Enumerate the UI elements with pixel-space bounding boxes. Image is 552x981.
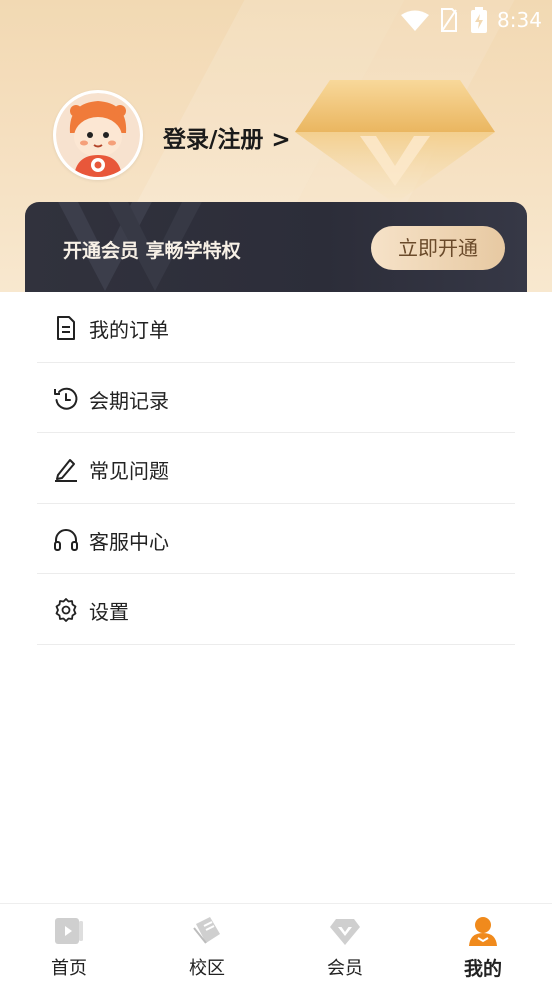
wifi-icon [401, 10, 429, 31]
avatar[interactable] [53, 90, 143, 180]
status-bar: 8:34 [0, 0, 552, 40]
status-time: 8:34 [497, 8, 542, 32]
login-register-link[interactable]: 登录/注册 > [163, 120, 291, 154]
menu-item-label: 客服中心 [89, 529, 169, 554]
vip-promo-text: 开通会员 享畅学特权 [63, 240, 241, 262]
history-icon [54, 387, 78, 410]
mascot-icon [56, 93, 140, 177]
tab-membership[interactable]: 会员 [276, 904, 414, 981]
battery-icon [471, 7, 487, 33]
menu-item-faq[interactable]: 常见问题 [37, 433, 515, 504]
menu-item-orders[interactable]: 我的订单 [37, 292, 515, 363]
bottom-tab-bar: 首页 校区 会员 我的 [0, 903, 552, 981]
tab-label: 首页 [51, 958, 87, 979]
profile-menu: 我的订单 会期记录 常见问题 客服中心 设置 [37, 292, 515, 645]
menu-item-label: 设置 [89, 600, 129, 624]
menu-item-membership-history[interactable]: 会期记录 [37, 363, 515, 433]
tab-label: 校区 [189, 958, 225, 979]
diamond-icon [295, 80, 495, 204]
menu-item-label: 会期记录 [89, 388, 169, 413]
vip-promo-card[interactable]: 开通会员 享畅学特权 立即开通 [25, 202, 527, 292]
gear-icon [55, 598, 77, 622]
profile-header: 8:34 登录/注册 > 开通会员 享畅学特权 立即开通 [0, 0, 552, 292]
user-icon [469, 917, 497, 946]
tab-campus[interactable]: 校区 [138, 904, 276, 981]
open-vip-button[interactable]: 立即开通 [371, 226, 505, 270]
pencil-icon [55, 459, 77, 482]
menu-item-label: 我的订单 [89, 318, 169, 342]
menu-item-settings[interactable]: 设置 [37, 574, 515, 645]
menu-item-customer-service[interactable]: 客服中心 [37, 504, 515, 574]
menu-item-label: 常见问题 [89, 459, 169, 483]
sim-card-icon [441, 8, 457, 32]
video-icon [55, 918, 83, 944]
tab-label: 我的 [463, 958, 502, 980]
tab-home[interactable]: 首页 [0, 904, 138, 981]
document-icon [57, 316, 75, 340]
headset-icon [54, 528, 78, 551]
tab-label: 会员 [327, 958, 363, 979]
book-icon [193, 917, 220, 944]
tab-mine[interactable]: 我的 [414, 904, 552, 981]
diamond-icon [330, 919, 360, 945]
